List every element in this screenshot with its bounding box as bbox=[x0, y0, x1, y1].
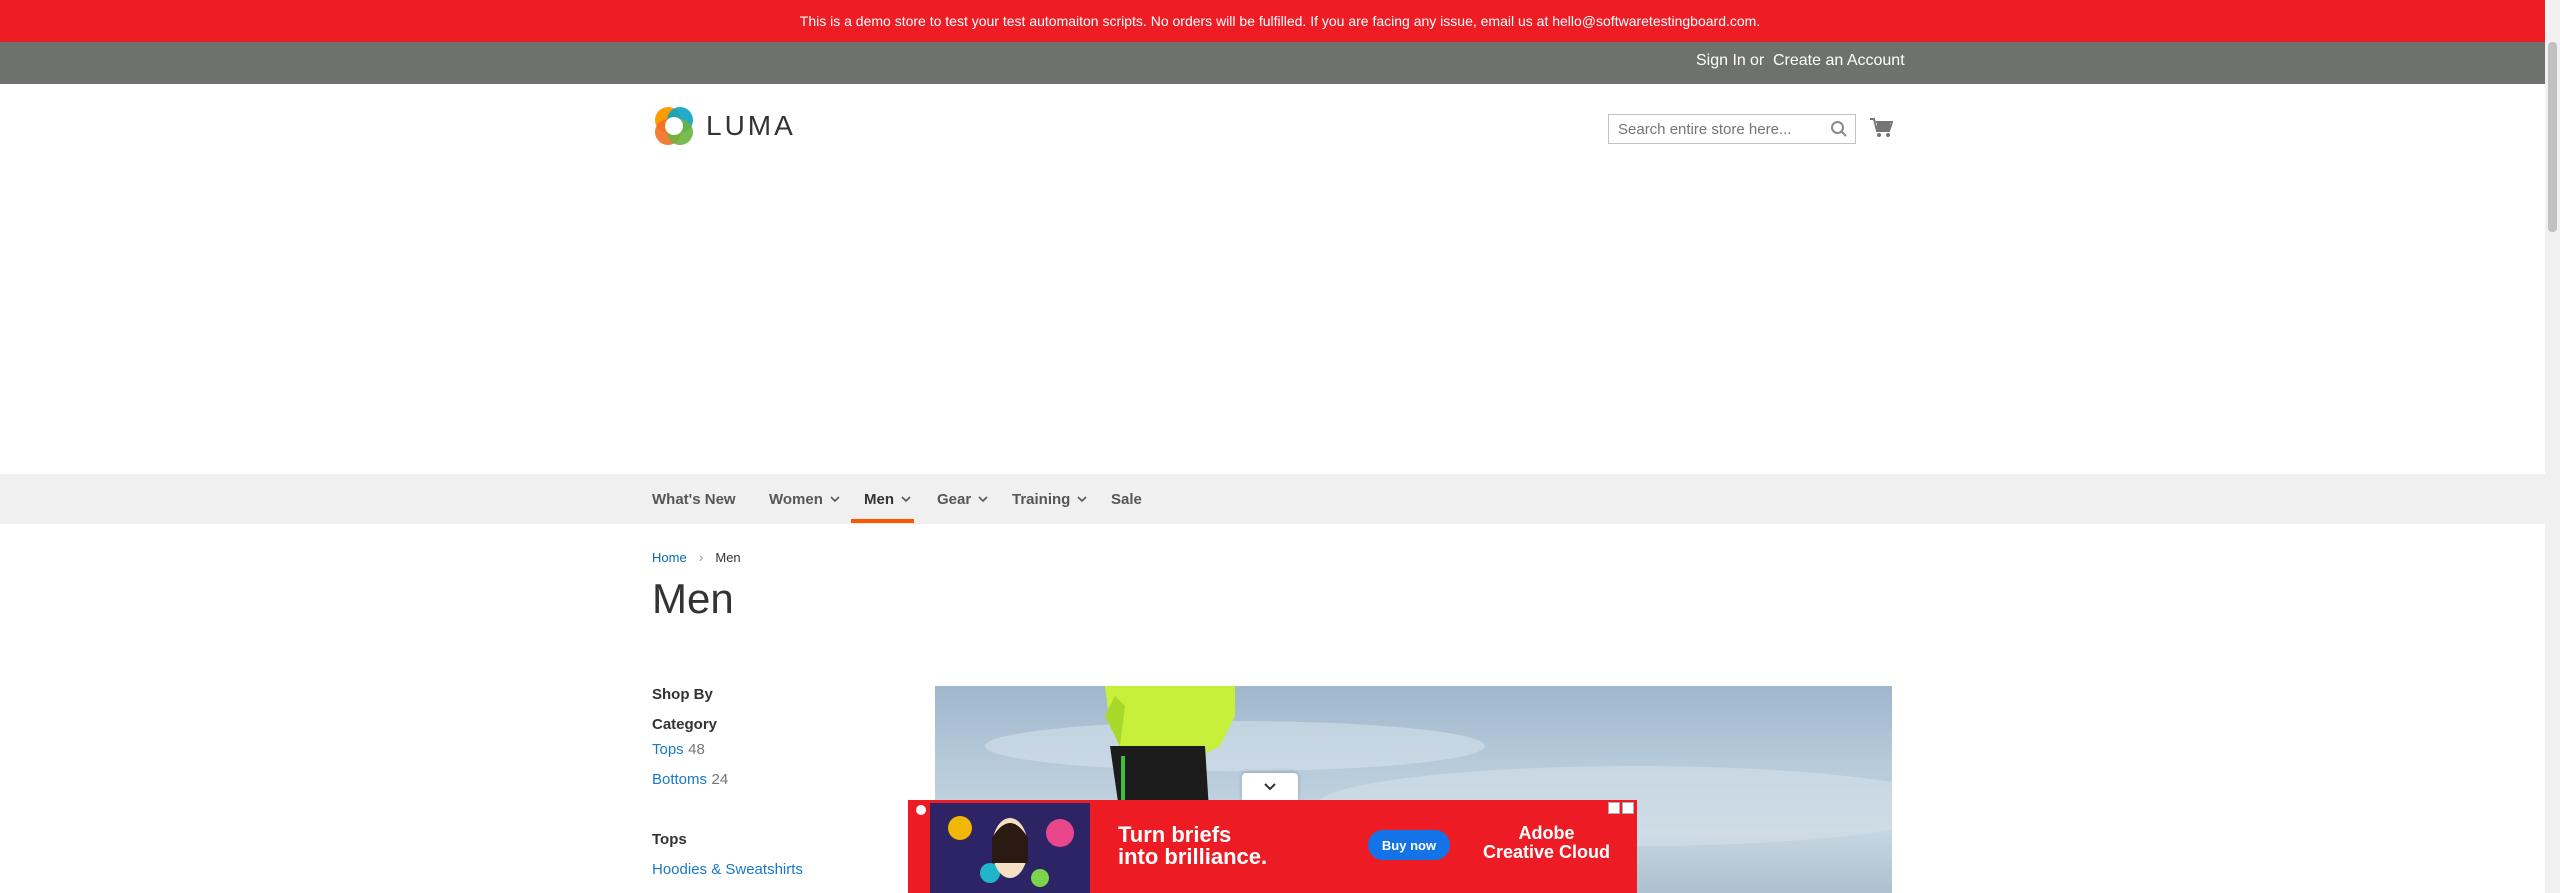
nav-item-training[interactable]: Training bbox=[1012, 474, 1088, 524]
ad-brand-line1: Adobe bbox=[1518, 823, 1575, 843]
page-title: Men bbox=[652, 575, 734, 622]
create-account-link[interactable]: Create an Account bbox=[1773, 52, 1905, 70]
luma-logo-icon bbox=[655, 107, 693, 145]
chevron-down-icon bbox=[1077, 496, 1087, 503]
breadcrumb-current: Men bbox=[715, 549, 741, 565]
ad-illustration bbox=[930, 803, 1090, 893]
cart-icon[interactable] bbox=[1869, 116, 1893, 140]
ad-brand-line2: Creative Cloud bbox=[1483, 842, 1611, 862]
ad-collapse-button[interactable] bbox=[1242, 773, 1298, 801]
nav-label: Men bbox=[864, 490, 894, 508]
nav-item-sale[interactable]: Sale bbox=[1111, 474, 1142, 524]
ad-headline-line2: into brilliance. bbox=[1118, 844, 1268, 869]
tops-section-title: Tops bbox=[652, 831, 687, 848]
category-item[interactable]: Bottoms 24 bbox=[652, 771, 728, 789]
category-item[interactable]: Tops 48 bbox=[652, 741, 705, 759]
scrollbar-thumb[interactable] bbox=[2548, 42, 2557, 232]
nav-label: Women bbox=[769, 490, 823, 508]
hoodies-sweatshirts-link[interactable]: Hoodies & Sweatshirts bbox=[652, 861, 803, 878]
chevron-right-icon: › bbox=[698, 549, 704, 565]
category-count: 48 bbox=[688, 741, 705, 758]
logo-text: LUMA bbox=[706, 110, 796, 141]
ad-menu-icon[interactable] bbox=[1622, 802, 1634, 814]
nav-label: Sale bbox=[1111, 490, 1142, 508]
chevron-down-icon bbox=[978, 496, 988, 503]
ad-buy-now-button[interactable]: Buy now bbox=[1368, 830, 1450, 860]
nav-item-women[interactable]: Women bbox=[769, 474, 841, 524]
ad-brand: Adobe Creative Cloud bbox=[1483, 824, 1610, 862]
nav-item-men[interactable]: Men bbox=[864, 474, 912, 524]
category-filter-title[interactable]: Category bbox=[652, 716, 717, 733]
shop-by-title: Shop By bbox=[652, 686, 713, 703]
breadcrumb: Home › Men bbox=[652, 549, 741, 565]
search-icon[interactable] bbox=[1830, 120, 1848, 138]
ad-artwork bbox=[930, 803, 1090, 893]
store-logo[interactable]: LUMA bbox=[652, 104, 796, 148]
demo-store-banner: This is a demo store to test your test a… bbox=[0, 0, 2560, 42]
ad-headline: Turn briefs into brilliance. bbox=[1118, 824, 1267, 868]
chevron-down-icon bbox=[901, 496, 911, 503]
advertisement-banner[interactable]: Turn briefs into brilliance. Buy now Ado… bbox=[908, 800, 1637, 893]
header-or-text: or bbox=[1750, 52, 1765, 69]
demo-banner-text: This is a demo store to test your test a… bbox=[799, 13, 1761, 29]
category-count: 24 bbox=[711, 771, 729, 788]
search-input[interactable]: Search entire store here... bbox=[1608, 114, 1856, 144]
nav-label: Training bbox=[1012, 490, 1071, 508]
sign-in-link[interactable]: Sign In bbox=[1696, 52, 1746, 70]
search-placeholder: Search entire store here... bbox=[1618, 120, 1792, 138]
main-navigation: What's New Women Men Gear Training Sale bbox=[0, 474, 2545, 524]
category-link[interactable]: Tops bbox=[652, 741, 684, 758]
nav-item-whats-new[interactable]: What's New bbox=[652, 474, 736, 524]
nav-label: Gear bbox=[937, 490, 972, 508]
breadcrumb-home-link[interactable]: Home bbox=[652, 550, 687, 565]
chevron-down-icon bbox=[830, 496, 840, 503]
header-panel bbox=[0, 42, 2545, 84]
ad-headline-line1: Turn briefs bbox=[1118, 822, 1232, 847]
nav-label: What's New bbox=[652, 490, 736, 508]
category-link[interactable]: Bottoms bbox=[652, 771, 707, 788]
nav-active-indicator bbox=[851, 519, 914, 523]
ad-info-icon[interactable] bbox=[1608, 802, 1620, 814]
adchoices-icon[interactable] bbox=[916, 805, 926, 815]
chevron-down-icon bbox=[1264, 783, 1276, 791]
nav-item-gear[interactable]: Gear bbox=[937, 474, 989, 524]
